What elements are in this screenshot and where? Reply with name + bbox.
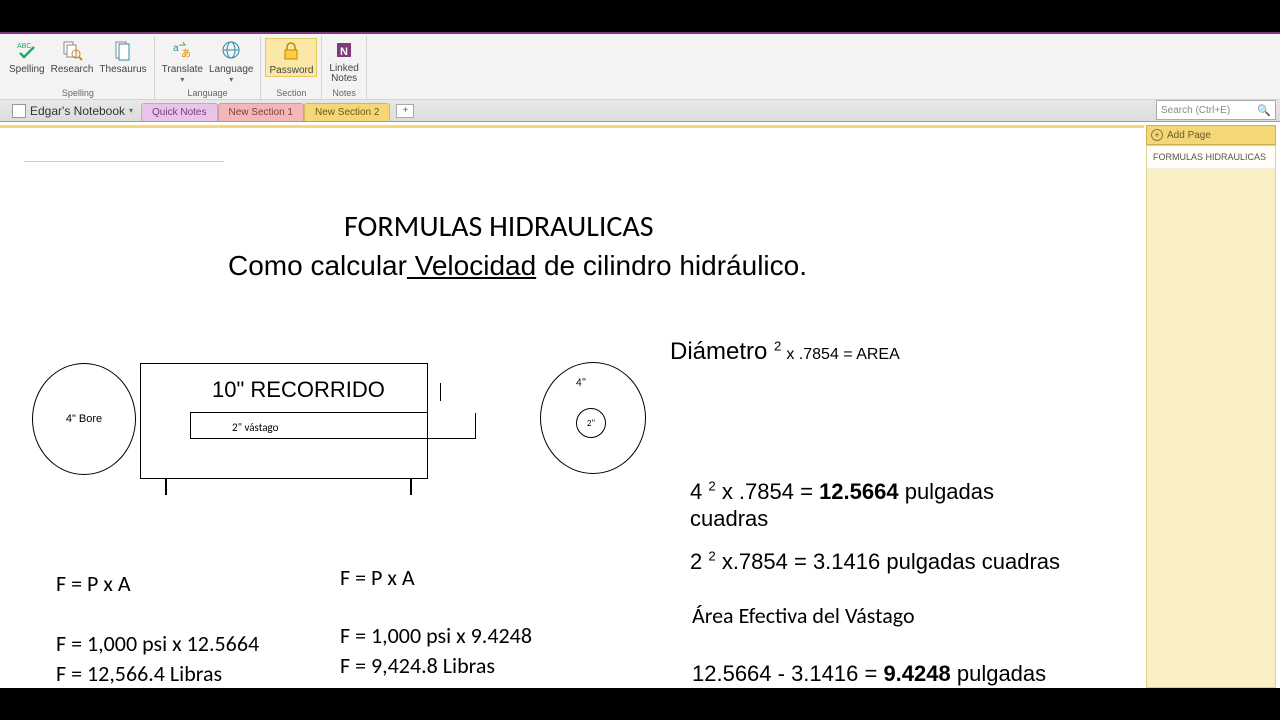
notebook-icon: [12, 104, 26, 118]
mount-leg-left: [165, 479, 167, 495]
page-subtitle: Como calcular Velocidad de cilindro hidr…: [228, 248, 807, 283]
vastago-label: 2" vástago: [232, 421, 278, 434]
recorrido-label: 10" RECORRIDO: [212, 376, 441, 403]
research-label: Research: [51, 64, 94, 75]
bore-label: 4" Bore: [66, 413, 102, 425]
language-icon: [219, 38, 243, 62]
research-button[interactable]: Research: [48, 38, 97, 75]
group-label-language: Language: [188, 86, 228, 100]
tab-new-section-2[interactable]: New Section 2: [304, 103, 390, 121]
calc-area-bore: 4 2 x .7854 = 12.5664 pulgadas cuadras: [690, 478, 1050, 532]
password-button[interactable]: Password: [265, 38, 317, 77]
left-formula-1: F = P x A: [56, 570, 131, 597]
ring-inner-circle: 2": [576, 408, 606, 438]
mid-formula-3: F = 9,424.8 Libras: [340, 652, 495, 679]
linked-notes-icon: N: [332, 38, 356, 62]
add-page-button[interactable]: + Add Page: [1146, 125, 1276, 145]
mid-formula-1: F = P x A: [340, 564, 415, 591]
chevron-down-icon: ▾: [129, 106, 133, 115]
onenote-window: ABC Spelling Research Thesaurus Spelling…: [0, 32, 1280, 688]
thesaurus-button[interactable]: Thesaurus: [96, 38, 149, 75]
page-title: FORMULAS HIDRAULICAS: [344, 208, 654, 245]
svg-text:a: a: [173, 43, 179, 54]
ribbon-group-notes: N Linked Notes Notes: [322, 36, 366, 100]
text-cursor: [440, 383, 441, 401]
note-body: FORMULAS HIDRAULICAS Como calcular Veloc…: [0, 178, 1132, 688]
thesaurus-label: Thesaurus: [99, 64, 146, 75]
page-list-item[interactable]: FORMULAS HIDRAULICAS: [1147, 146, 1275, 169]
ribbon-group-spelling: ABC Spelling Research Thesaurus Spelling: [2, 36, 155, 100]
language-button[interactable]: Language ▾: [206, 38, 257, 84]
area-formula: Diámetro 2 x .7854 = AREA: [670, 338, 900, 366]
calc-area-efectiva: 12.5664 - 3.1416 = 9.4248 pulgadas: [692, 660, 1052, 687]
note-title-input[interactable]: [24, 136, 224, 162]
left-formula-2: F = 1,000 psi x 12.5664: [56, 630, 259, 657]
note-canvas[interactable]: FORMULAS HIDRAULICAS Como calcular Veloc…: [0, 125, 1144, 688]
password-label: Password: [269, 65, 313, 76]
notebook-name-label: Edgar's Notebook: [30, 104, 125, 118]
tab-quick-notes[interactable]: Quick Notes: [141, 103, 217, 121]
ring-outer-label: 4": [576, 376, 586, 389]
area-efectiva-label: Área Efectiva del Vástago: [692, 602, 915, 629]
left-formula-3: F = 12,566.4 Libras: [56, 660, 222, 687]
search-placeholder: Search (Ctrl+E): [1161, 105, 1230, 116]
ribbon-group-language: aあ Translate ▾ Language ▾ Language: [155, 36, 262, 100]
translate-icon: aあ: [170, 38, 194, 62]
group-label-section: Section: [276, 86, 306, 100]
mid-formula-2: F = 1,000 psi x 9.4248: [340, 622, 532, 649]
calc-area-rod: 2 2 x.7854 = 3.1416 pulgadas cuadras: [690, 548, 1070, 575]
research-icon: [60, 38, 84, 62]
group-label-notes: Notes: [332, 86, 356, 100]
thesaurus-icon: [111, 38, 135, 62]
add-section-button[interactable]: +: [396, 104, 414, 118]
translate-button[interactable]: aあ Translate ▾: [159, 38, 206, 84]
page-list-panel: FORMULAS HIDRAULICAS: [1146, 145, 1276, 688]
bore-circle: 4" Bore: [32, 363, 136, 475]
search-icon: 🔍: [1257, 104, 1271, 117]
svg-text:N: N: [340, 46, 348, 58]
language-label: Language: [209, 64, 254, 75]
spelling-button[interactable]: ABC Spelling: [6, 38, 48, 75]
spelling-icon: ABC: [15, 38, 39, 62]
ribbon: ABC Spelling Research Thesaurus Spelling…: [0, 32, 1280, 100]
linked-notes-label: Linked Notes: [329, 64, 358, 84]
notebook-selector[interactable]: Edgar's Notebook ▾: [4, 104, 141, 118]
password-icon: [279, 39, 303, 63]
group-label-spelling: Spelling: [62, 86, 94, 100]
tab-new-section-1[interactable]: New Section 1: [218, 103, 304, 121]
plus-icon: +: [1151, 129, 1163, 141]
linked-notes-button[interactable]: N Linked Notes: [326, 38, 361, 84]
add-page-label: Add Page: [1167, 130, 1211, 141]
ribbon-group-section: Password Section: [261, 36, 322, 100]
svg-text:ABC: ABC: [17, 43, 31, 50]
search-input[interactable]: Search (Ctrl+E) 🔍: [1156, 100, 1276, 120]
mount-leg-right: [410, 479, 412, 495]
svg-text:あ: あ: [181, 48, 191, 60]
spelling-label: Spelling: [9, 64, 45, 75]
section-tabbar: Edgar's Notebook ▾ Quick Notes New Secti…: [0, 100, 1280, 122]
translate-label: Translate: [162, 64, 203, 75]
